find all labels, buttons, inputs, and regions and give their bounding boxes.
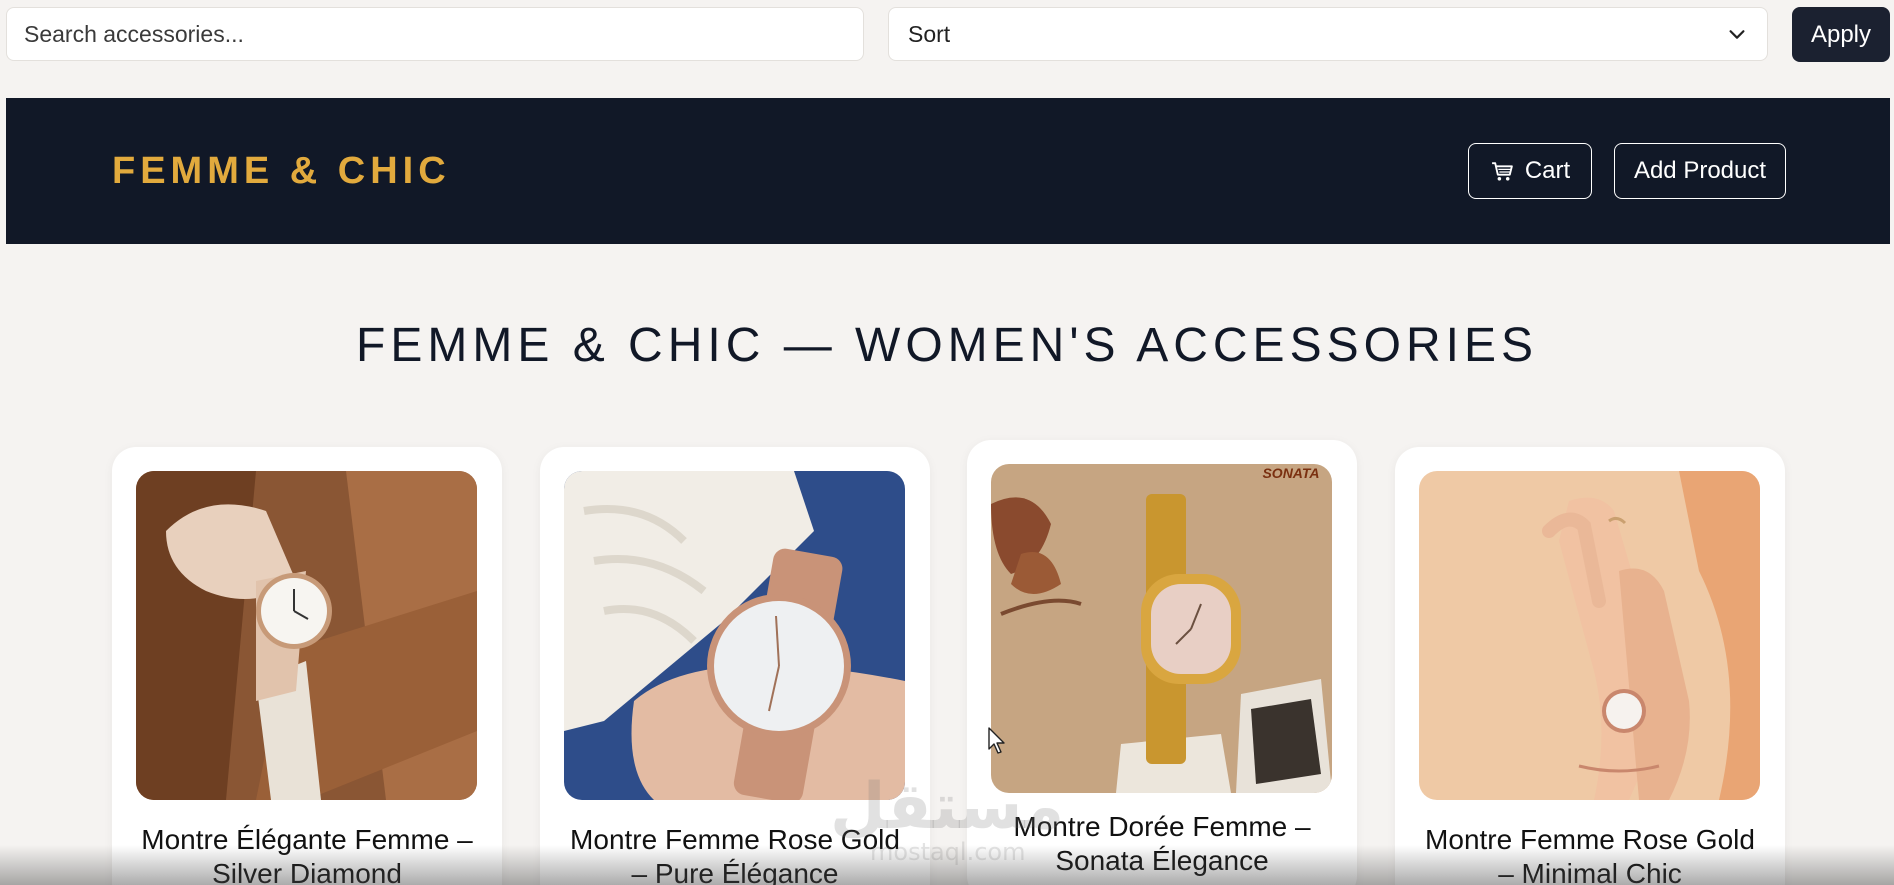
search-input[interactable] [6, 7, 864, 61]
site-header: FEMME & CHIC Cart Add Product [6, 98, 1890, 244]
sort-select[interactable]: Sort [888, 7, 1768, 61]
product-card[interactable]: Montre Élégante Femme – Silver Diamond [112, 447, 502, 885]
product-card[interactable]: Montre Femme Rose Gold – Minimal Chic [1395, 447, 1785, 885]
product-image[interactable] [136, 471, 477, 800]
sort-label: Sort [908, 20, 951, 47]
cart-icon [1491, 161, 1513, 181]
product-image[interactable] [1419, 471, 1760, 800]
product-image[interactable]: SONATA [991, 464, 1332, 793]
apply-button[interactable]: Apply [1792, 7, 1890, 62]
page-title: FEMME & CHIC — WOMEN'S ACCESSORIES [356, 319, 1538, 372]
product-name: Montre Femme Rose Gold – Minimal Chic [1425, 824, 1755, 885]
cart-button[interactable]: Cart [1468, 143, 1592, 199]
sonata-logo: SONATA [1262, 465, 1319, 481]
brand-logo[interactable]: FEMME & CHIC [112, 150, 451, 193]
product-image[interactable] [564, 471, 905, 800]
mouse-cursor-icon [988, 727, 1005, 754]
filter-bar: Sort Apply [0, 0, 1894, 98]
product-name: Montre Élégante Femme – Silver Diamond [141, 824, 473, 885]
watermark: مستقل [830, 770, 1065, 844]
add-product-button[interactable]: Add Product [1614, 143, 1786, 199]
chevron-down-icon [1729, 30, 1745, 39]
page: Sort Apply FEMME & CHIC Cart Add Product… [0, 0, 1894, 885]
watermark-url: mostaql.com [870, 838, 1026, 866]
cart-label: Cart [1524, 157, 1571, 184]
